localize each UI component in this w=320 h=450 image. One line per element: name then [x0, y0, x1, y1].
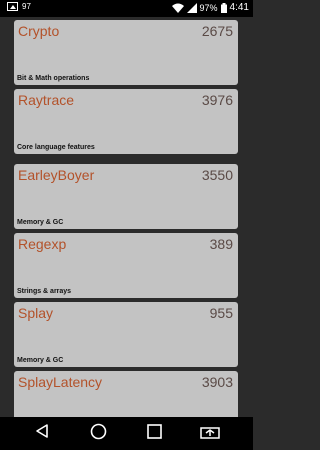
benchmark-card[interactable]: Splay 955 Memory & GC: [14, 302, 238, 367]
benchmark-name: Regexp: [18, 236, 67, 252]
battery-percent: 97%: [199, 2, 218, 13]
status-left: 97: [7, 2, 31, 11]
recents-button[interactable]: [134, 417, 174, 450]
benchmark-category: Bit & Math operations: [17, 75, 90, 82]
signal-icon: [186, 2, 197, 13]
benchmark-card[interactable]: Raytrace 3976 Core language features: [14, 89, 238, 154]
benchmark-name: Raytrace: [18, 92, 75, 108]
benchmark-score: 2675: [201, 23, 233, 39]
benchmark-name: EarleyBoyer: [18, 167, 95, 183]
home-icon: [90, 423, 107, 445]
benchmark-category: Memory & GC: [17, 357, 64, 364]
status-right: 97% 4:41: [171, 2, 249, 13]
screen-mirror-button[interactable]: [190, 417, 230, 450]
screen-mirror-icon: [200, 424, 220, 444]
back-icon: [34, 423, 50, 444]
navigation-bar: [0, 417, 253, 450]
benchmark-category: Core language features: [17, 144, 95, 151]
benchmark-card[interactable]: SplayLatency 3903: [14, 371, 238, 417]
benchmark-category: Strings & arrays: [17, 288, 72, 295]
benchmark-category: Memory & GC: [17, 219, 64, 226]
benchmark-list[interactable]: Crypto 2675 Bit & Math operations Raytra…: [0, 17, 253, 417]
benchmark-card[interactable]: Regexp 389 Strings & arrays: [14, 233, 238, 298]
benchmark-score: 3550: [201, 167, 233, 183]
benchmark-score: 955: [209, 305, 233, 321]
benchmark-score: 389: [209, 236, 233, 252]
benchmark-score: 3976: [201, 92, 233, 108]
back-button[interactable]: [22, 417, 62, 450]
recents-icon: [146, 423, 162, 444]
wifi-icon: [171, 3, 184, 13]
battery-icon: [220, 2, 227, 13]
home-button[interactable]: [78, 417, 118, 450]
benchmark-name: Splay: [18, 305, 54, 321]
image-notification-icon: [7, 2, 18, 11]
clock: 4:41: [229, 2, 249, 13]
benchmark-name: Crypto: [18, 23, 60, 39]
benchmark-card[interactable]: EarleyBoyer 3550 Memory & GC: [14, 164, 238, 229]
benchmark-card[interactable]: Crypto 2675 Bit & Math operations: [14, 20, 238, 85]
benchmark-name: SplayLatency: [18, 374, 103, 390]
notification-text: 97: [22, 2, 31, 11]
status-bar: 97 97% 4:41: [0, 0, 253, 17]
benchmark-score: 3903: [201, 374, 233, 390]
